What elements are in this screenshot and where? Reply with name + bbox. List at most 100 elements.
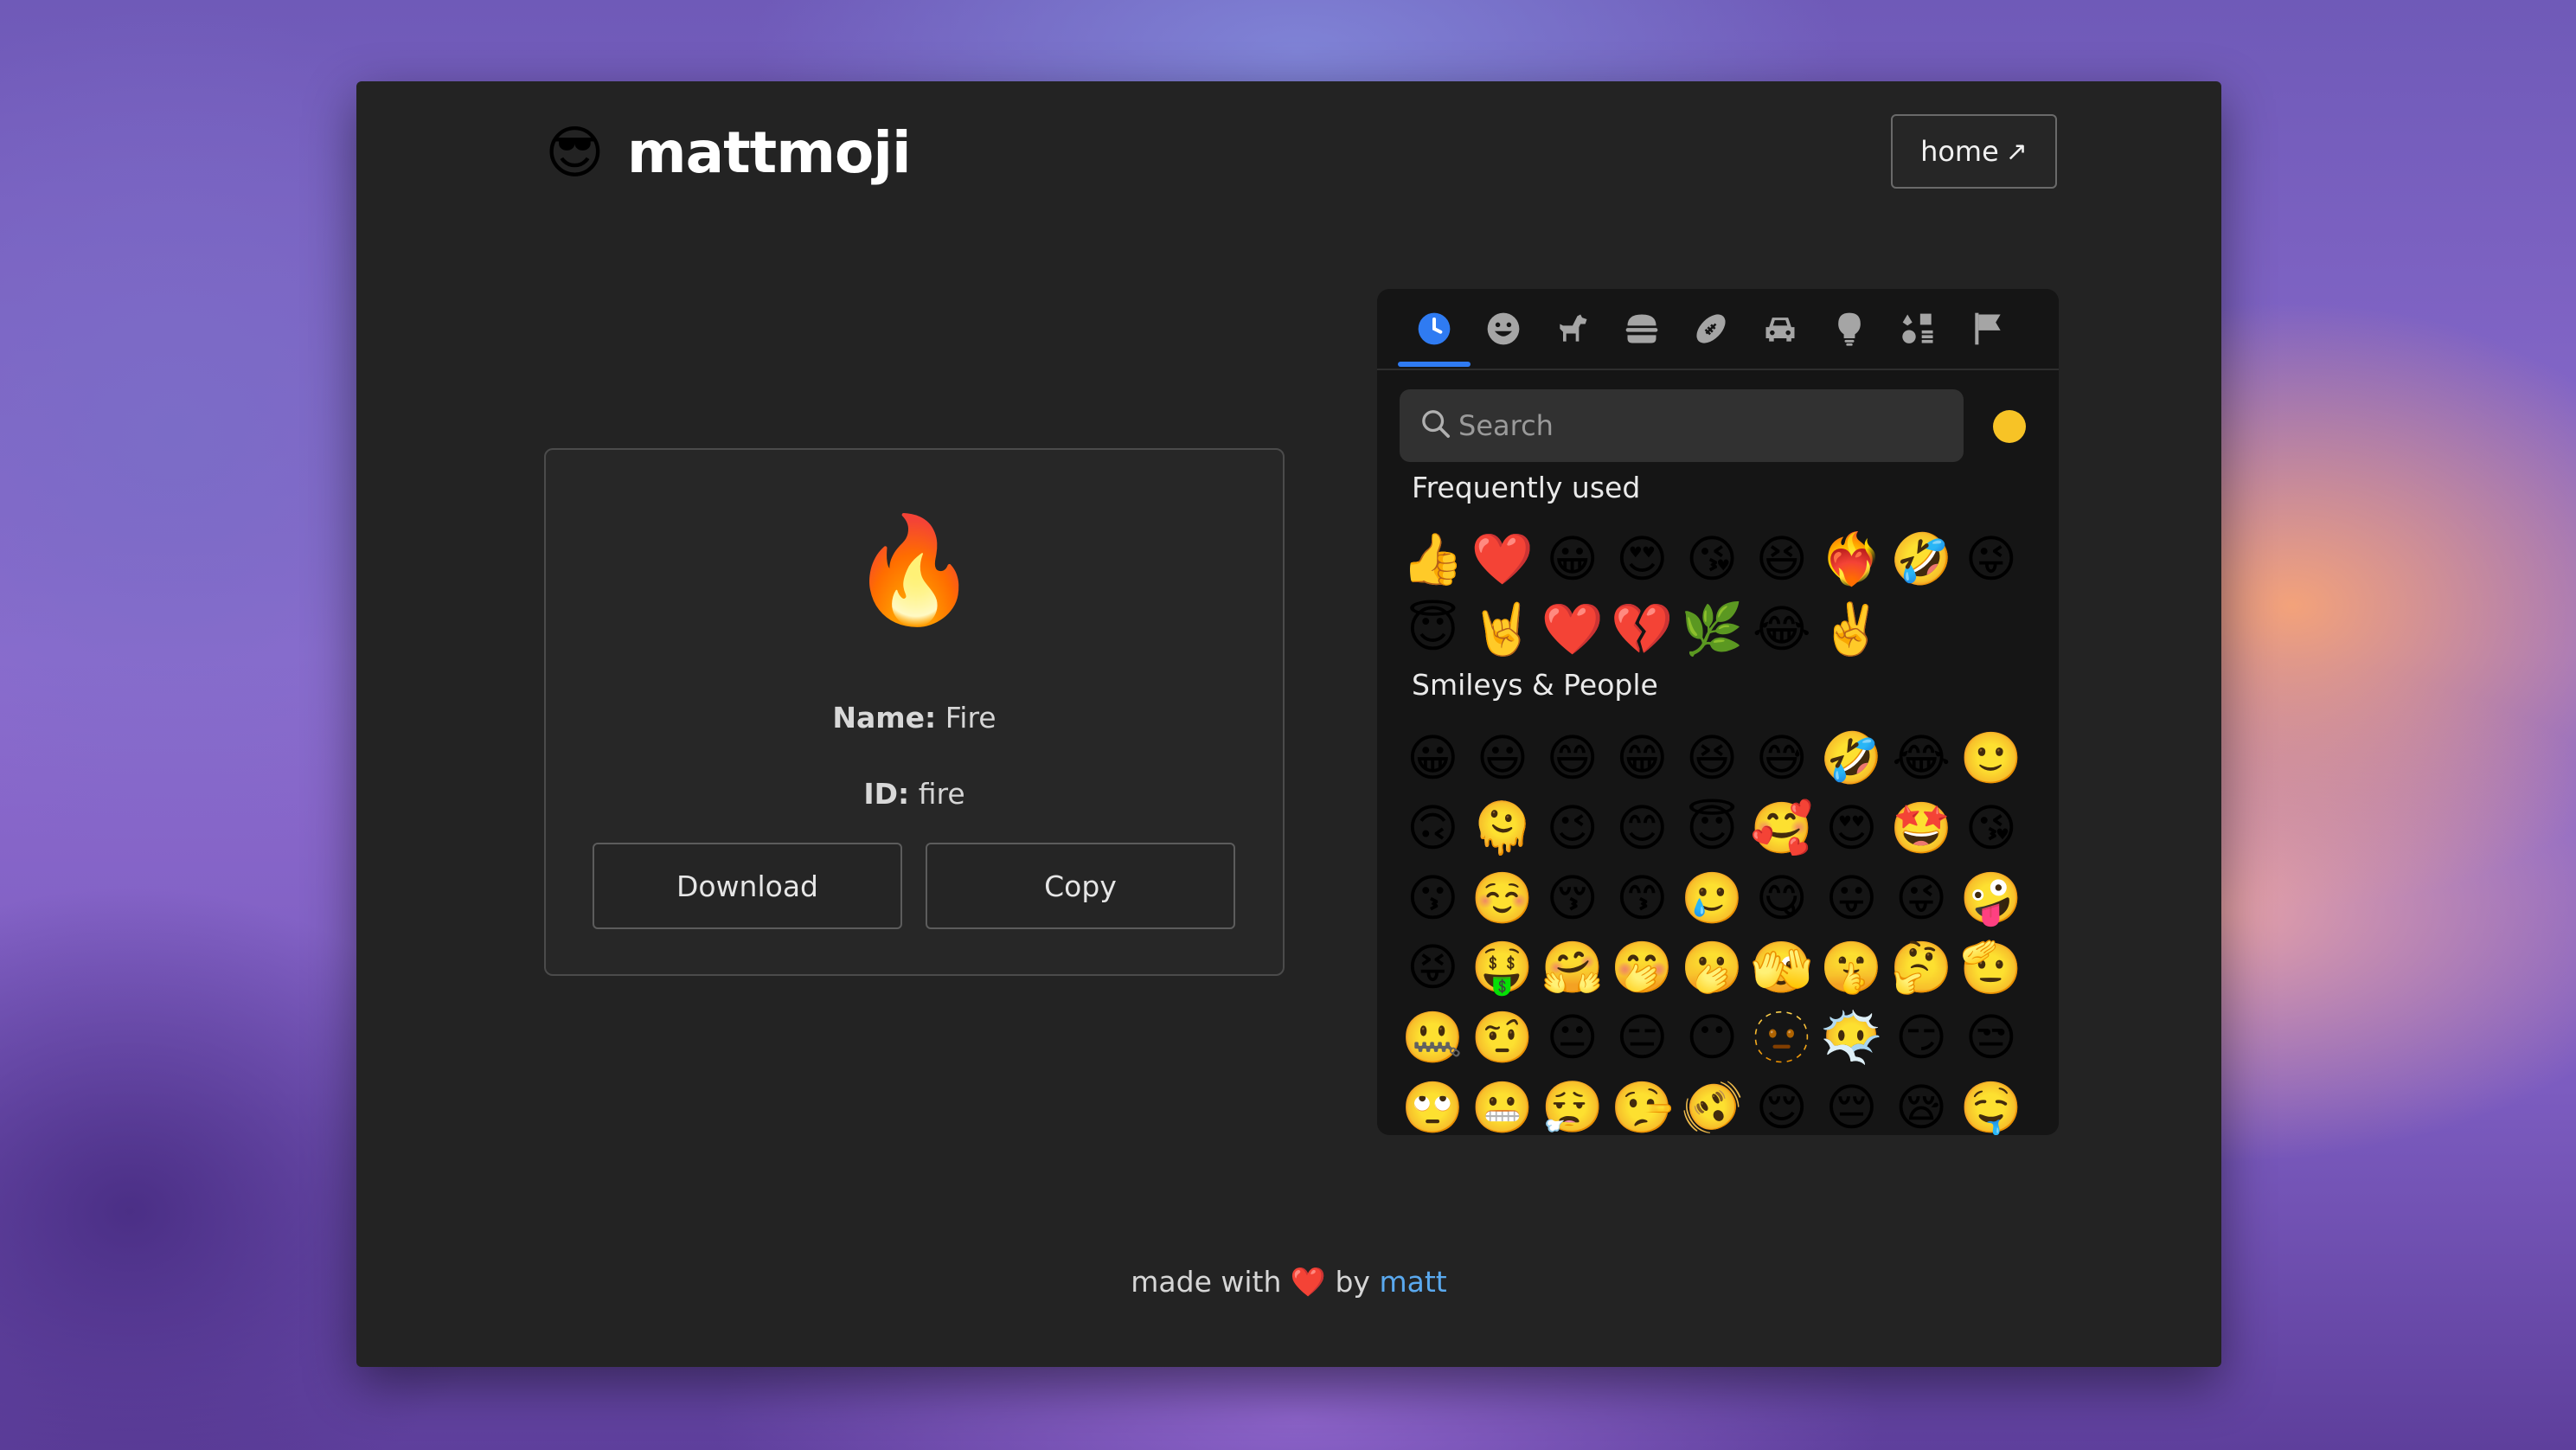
emoji-cell[interactable]: 😝 [1398,933,1468,1003]
section-title-smileys: Smileys & People [1412,668,1658,702]
emoji-cell[interactable]: 😍 [1817,793,1887,863]
footer-prefix: made with [1131,1265,1282,1299]
tab-activity[interactable] [1685,303,1737,355]
emoji-cell[interactable]: ✌️ [1817,594,1887,664]
home-label: home [1920,135,1999,168]
emoji-cell[interactable]: 🤨 [1468,1003,1538,1073]
lightbulb-icon [1838,312,1861,346]
home-button[interactable]: home ↗ [1891,114,2057,189]
emoji-cell[interactable]: 😶 [1677,1003,1747,1073]
emoji-cell[interactable]: 🤪 [1957,863,2027,933]
tab-recent[interactable] [1408,303,1460,355]
emoji-cell[interactable]: 😔 [1817,1072,1887,1135]
emoji-cell[interactable]: 😐 [1537,1003,1607,1073]
emoji-cell[interactable]: 🤣 [1817,723,1887,793]
emoji-cell[interactable]: ☺️ [1468,863,1538,933]
emoji-cell[interactable]: 😘 [1677,524,1747,594]
external-arrow-icon: ↗ [2005,136,2028,167]
emoji-cell[interactable]: 😀 [1398,723,1468,793]
emoji-cell[interactable]: 😅 [1746,723,1817,793]
emoji-cell[interactable]: 😬 [1468,1072,1538,1135]
emoji-cell[interactable]: 🤐 [1398,1003,1468,1073]
name-value: Fire [945,701,996,735]
emoji-cell[interactable]: 😋 [1746,863,1817,933]
emoji-cell[interactable]: 😍 [1607,524,1677,594]
emoji-cell[interactable]: 🥲 [1677,863,1747,933]
emoji-cell[interactable]: 😚 [1537,863,1607,933]
emoji-cell[interactable]: 😶‍🌫️ [1817,1003,1887,1073]
id-value: fire [918,777,965,811]
emoji-cell[interactable]: 👍 [1398,524,1468,594]
emoji-cell[interactable]: 🫥 [1746,1003,1817,1073]
author-link[interactable]: matt [1379,1265,1446,1299]
emoji-cell[interactable]: 😃 [1468,723,1538,793]
emoji-cell[interactable]: 😇 [1677,793,1747,863]
emoji-cell[interactable]: 🫢 [1677,933,1747,1003]
skin-tone-selector[interactable] [1993,410,2026,443]
emoji-cell[interactable]: 😌 [1746,1072,1817,1135]
emoji-cell[interactable]: 🤩 [1887,793,1957,863]
search-input[interactable] [1458,389,1943,462]
emoji-cell[interactable]: 🤤 [1957,1072,2027,1135]
tab-symbols[interactable] [1893,303,1945,355]
emoji-cell[interactable]: 🫠 [1468,793,1538,863]
emoji-cell[interactable]: 🤫 [1817,933,1887,1003]
emoji-cell[interactable]: 😜 [1887,863,1957,933]
emoji-cell[interactable]: 🤥 [1607,1072,1677,1135]
emoji-cell[interactable]: 😜 [1957,524,2027,594]
emoji-cell[interactable]: 🥰 [1746,793,1817,863]
tab-objects[interactable] [1823,303,1875,355]
tab-smileys[interactable] [1477,303,1529,355]
emoji-name-row: Name: Fire [546,701,1283,735]
brand: 😎 mattmoji [545,119,912,186]
download-button[interactable]: Download [593,843,902,929]
emoji-cell[interactable]: 😆 [1746,524,1817,594]
emoji-cell[interactable]: 😘 [1957,793,2027,863]
emoji-picker: Frequently used 👍❤️😀😍😘😆❤️‍🔥🤣😜😇🤘❤️💔🌿😂✌️ S… [1377,289,2059,1135]
emoji-cell[interactable]: 🌿 [1677,594,1747,664]
emoji-cell[interactable]: ❤️ [1537,594,1607,664]
emoji-cell[interactable]: 🙃 [1398,793,1468,863]
emoji-cell[interactable]: 🤘 [1468,594,1538,664]
emoji-cell[interactable]: 😂 [1746,594,1817,664]
emoji-cell[interactable]: 😀 [1537,524,1607,594]
tab-food[interactable] [1616,303,1668,355]
emoji-cell[interactable]: 🫨 [1677,1072,1747,1135]
emoji-cell[interactable]: 😁 [1607,723,1677,793]
emoji-cell[interactable]: 😉 [1537,793,1607,863]
section-title-frequent: Frequently used [1412,471,1641,504]
frequent-emoji-grid: 👍 ❤️ 😀 😍 😘 😆 ❤️‍🔥 🤣 😜 😇 🤘 ❤️ 💔 🌿 😂 ✌️ [1398,524,2029,664]
emoji-cell[interactable]: 😪 [1887,1072,1957,1135]
emoji-cell[interactable]: 🙄 [1398,1072,1468,1135]
emoji-cell[interactable]: 🤭 [1607,933,1677,1003]
emoji-cell[interactable]: 🤗 [1537,933,1607,1003]
emoji-cell[interactable]: 😆 [1677,723,1747,793]
emoji-cell[interactable]: ❤️ [1468,524,1538,594]
emoji-cell[interactable]: ❤️‍🔥 [1817,524,1887,594]
emoji-cell[interactable]: 🤑 [1468,933,1538,1003]
emoji-cell[interactable]: 😄 [1537,723,1607,793]
copy-button[interactable]: Copy [926,843,1235,929]
footer: made with ❤️ by matt [356,1265,2221,1299]
smiley-icon [1487,312,1520,345]
emoji-cell[interactable]: 😂 [1887,723,1957,793]
emoji-cell[interactable]: 💔 [1607,594,1677,664]
tab-flags[interactable] [1962,303,2014,355]
emoji-cell[interactable]: 😛 [1817,863,1887,933]
emoji-cell[interactable]: 🫡 [1957,933,2027,1003]
emoji-cell[interactable]: 🤔 [1887,933,1957,1003]
emoji-cell[interactable]: 😑 [1607,1003,1677,1073]
emoji-cell[interactable]: 😗 [1398,863,1468,933]
emoji-cell[interactable]: 😏 [1887,1003,1957,1073]
tab-travel[interactable] [1754,303,1806,355]
search-box[interactable] [1400,389,1964,462]
tab-animals[interactable] [1547,303,1599,355]
emoji-cell[interactable]: 😊 [1607,793,1677,863]
emoji-cell[interactable]: 😒 [1957,1003,2027,1073]
emoji-cell[interactable]: 🤣 [1887,524,1957,594]
emoji-cell[interactable]: 🙂 [1957,723,2027,793]
emoji-cell[interactable]: 😇 [1398,594,1468,664]
emoji-cell[interactable]: 🫣 [1746,933,1817,1003]
emoji-cell[interactable]: 😮‍💨 [1537,1072,1607,1135]
emoji-cell[interactable]: 😙 [1607,863,1677,933]
